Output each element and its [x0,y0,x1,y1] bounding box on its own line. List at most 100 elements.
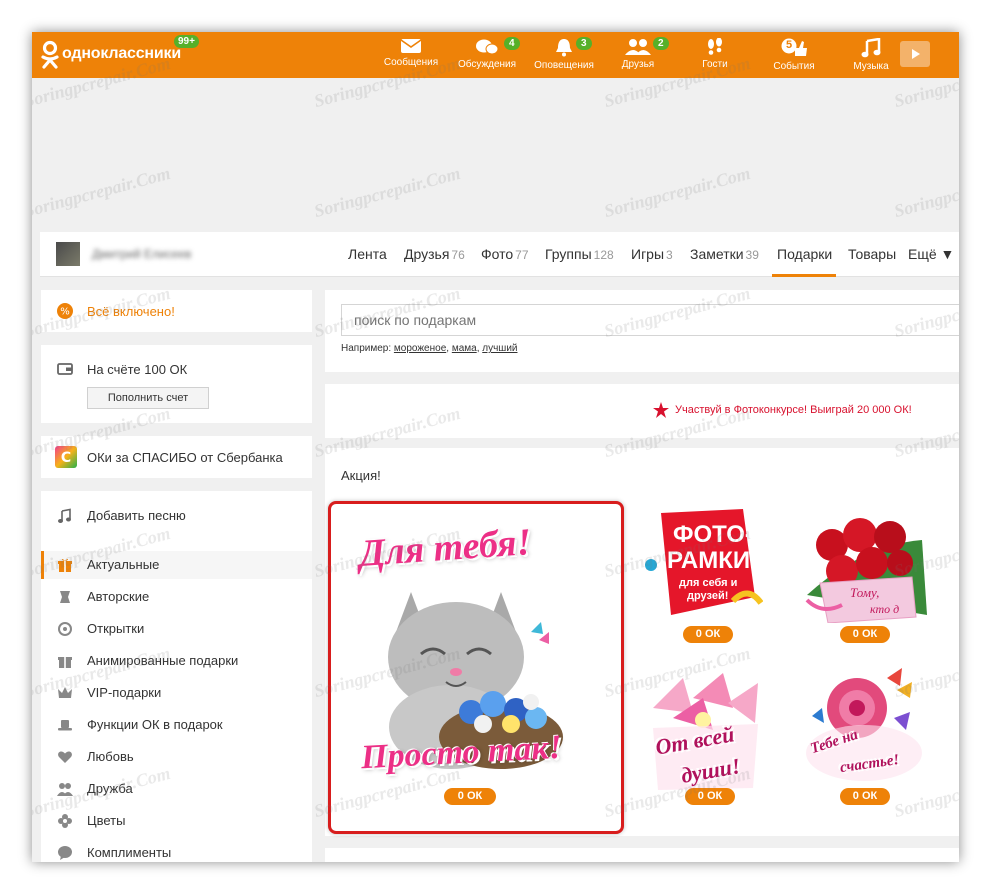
contest-box: Участвуй в Фотоконкурсе! Выиграй 20 000 … [325,384,959,438]
tab-notes[interactable]: Заметки 39 [690,246,759,262]
nav-discussions[interactable]: Обсуждения 4 [447,36,527,76]
avatar[interactable] [56,242,80,266]
balance-text: На счёте 100 ОК [87,362,188,377]
heart-icon [58,751,72,763]
profile-bar: Дмитрий Елисеев Лента Друзья 76 Фото 77 Гр… [40,232,959,277]
bell-icon [556,39,572,57]
svg-text:C: C [61,450,71,466]
gift-main-line1: Для тебя! [357,521,533,575]
category-friendship[interactable]: Дружба [41,775,312,803]
percent-badge-icon: % [57,303,73,319]
category-label: Функции ОК в подарок [87,717,223,732]
red-roses-bouquet-icon [805,518,927,623]
nav-messages[interactable]: Сообщения [371,36,451,76]
category-label: Комплименты [87,845,172,860]
profile-name[interactable]: Дмитрий Елисеев [92,247,191,261]
gift-card-photo-frames[interactable]: ФОТО- РАМКИ для себя и друзей! 0 ОК [643,505,763,643]
category-label: Актуальные [87,557,160,572]
friends-icon [625,39,651,55]
nav-label: Гости [702,59,728,70]
price-badge[interactable]: 0 ОК [444,788,496,805]
category-flowers[interactable]: Цветы [41,807,312,835]
tab-more[interactable]: Ещё ▼ [908,246,954,262]
tab-goods[interactable]: Товары [848,246,896,262]
nav-label: Оповещения [534,60,594,71]
music-note-icon [861,38,881,58]
nav-guests[interactable]: Гости [675,36,755,76]
ok-logo-icon[interactable] [38,40,62,70]
category-ok-functions[interactable]: Функции ОК в подарок [41,711,312,739]
category-label: Любовь [87,749,134,764]
red-star-icon [653,402,669,418]
category-vip[interactable]: VIP-подарки [41,679,312,707]
promo-box: Акция! Для тебя! Просто так! 0 ОК ФОТО- … [325,448,959,836]
nav-music[interactable]: Музыка [831,36,911,76]
tab-gifts[interactable]: Подарки [777,246,832,262]
category-label: Дружба [87,781,133,796]
video-button[interactable] [900,41,930,67]
flower-icon [58,814,72,828]
category-actual[interactable]: Актуальные [41,551,312,579]
all-inclusive-box[interactable]: % Всё включено! [41,290,312,332]
chat-bubbles-icon [476,39,499,55]
category-postcards[interactable]: Открытки [41,615,312,643]
balance-box: На счёте 100 ОК Пополнить счет [41,345,312,423]
nav-label: Обсуждения [457,59,517,70]
category-compliments[interactable]: Комплименты [41,839,312,862]
nav-badge: 2 [653,37,669,50]
tab-photos[interactable]: Фото 77 [481,246,529,262]
category-love[interactable]: Любовь [41,743,312,771]
gift-card-main[interactable]: Для тебя! Просто так! 0 ОК [328,501,624,834]
nav-events[interactable]: События 5 [754,36,834,76]
price-badge[interactable]: 0 ОК [840,788,890,805]
gift-card-lilies[interactable]: От всей души! 0 ОК [643,668,768,805]
active-tab-indicator [772,274,836,277]
category-label: Анимированные подарки [87,653,239,668]
nav-friends[interactable]: Друзья 2 [598,36,678,76]
sber-spasibo-icon: C [55,446,77,468]
play-icon [912,49,920,59]
watermark: Soringpcrepair.Com [311,162,463,222]
contest-link[interactable]: Участвуй в Фотоконкурсе! Выиграй 20 000 … [675,404,912,416]
tab-feed[interactable]: Лента [348,246,387,262]
price-badge[interactable]: 0 ОК [683,626,733,643]
events-count: 5 [786,39,793,51]
search-input[interactable] [341,304,959,336]
tab-friends[interactable]: Друзья 76 [404,246,465,262]
top-navigation-bar: одноклассники 99+ Сообщения Обсуждения 4… [32,32,959,78]
tab-groups[interactable]: Группы 128 [545,246,614,262]
photo-frames-line3: для себя и [679,577,738,589]
roses-card-line2: кто д [870,602,900,616]
example-best-link[interactable]: лучший [482,343,517,354]
footprints-icon [708,38,722,55]
price-badge[interactable]: 0 ОК [840,626,890,643]
brand-badge: 99+ [174,35,199,48]
photo-frames-line4: друзей! [687,590,729,602]
gift-card-roses[interactable]: Тому, кто д 0 ОК [802,505,932,643]
sber-link[interactable]: ОКи за СПАСИБО от Сбербанка [87,450,283,465]
all-inclusive-link[interactable]: Всё включено! [87,304,175,319]
example-mom-link[interactable]: мама [452,343,477,354]
nav-label: Сообщения [383,57,439,68]
nav-label: Друзья [621,59,655,70]
pink-rose-butterflies-icon [806,668,922,781]
gift-card-rose-butterflies[interactable]: Тебе на счастье! 0 ОК [802,668,927,805]
add-song-item[interactable]: Добавить песню [41,502,312,530]
brand-name[interactable]: одноклассники [62,45,181,63]
nav-notifications[interactable]: Оповещения 3 [524,36,604,76]
watermark: Soringpcrepair.Com [601,162,753,222]
wallet-icon [57,363,73,375]
tab-games[interactable]: Игры 3 [631,246,673,262]
gift-categories-menu: Добавить песню Актуальные Авторские Откр… [41,491,312,862]
watermark: Soringpcrepair.Com [32,162,173,222]
nav-label: Музыка [853,61,889,72]
example-ice-cream-link[interactable]: мороженое [394,343,446,354]
price-badge[interactable]: 0 ОК [685,788,735,805]
sber-box[interactable]: C ОКи за СПАСИБО от Сбербанка [41,436,312,478]
topup-button[interactable]: Пополнить счет [87,387,209,409]
svg-text:%: % [60,307,70,318]
category-label: Авторские [87,589,150,604]
category-authors[interactable]: Авторские [41,583,312,611]
music-note-icon [58,508,71,523]
category-animated[interactable]: Анимированные подарки [41,647,312,675]
